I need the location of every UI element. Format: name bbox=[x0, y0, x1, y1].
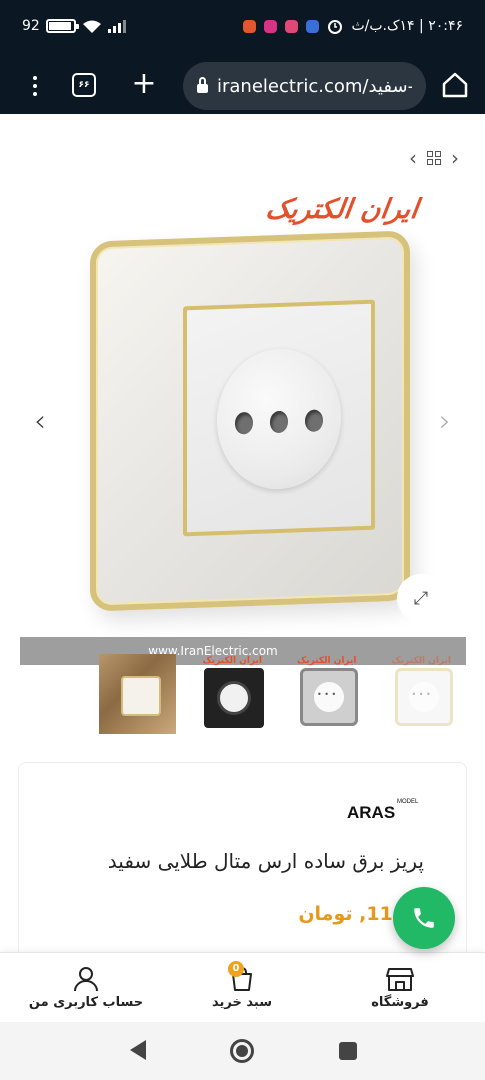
model-sup: MODEL bbox=[397, 799, 419, 805]
prev-product-icon[interactable]: ‹ bbox=[409, 146, 417, 170]
status-left: 92 bbox=[22, 18, 126, 34]
nav-shop[interactable]: فروشگاه bbox=[330, 965, 470, 1010]
nav-shop-label: فروشگاه bbox=[371, 995, 429, 1010]
model-name: ARAS bbox=[347, 803, 396, 822]
bottom-navigation: فروشگاه 0 سبد خرید حساب کاربری من bbox=[0, 952, 485, 1022]
app-notification-icon bbox=[306, 19, 320, 33]
recent-apps-icon[interactable] bbox=[339, 1042, 357, 1060]
clock-text: ۲۰:۴۶ | ۱۴ک.ب/ث bbox=[351, 18, 463, 34]
battery-fill bbox=[48, 22, 71, 30]
back-icon[interactable] bbox=[130, 1040, 146, 1060]
socket-hole bbox=[270, 410, 288, 434]
thumbnail-logo: ایران الکتریک bbox=[202, 656, 262, 666]
url-text: iranelectric.com/سفید- bbox=[217, 75, 412, 97]
gallery-next-icon[interactable]: › bbox=[439, 404, 451, 439]
socket-face bbox=[183, 299, 375, 537]
nav-account[interactable]: حساب کاربری من bbox=[16, 965, 156, 1010]
socket-outlet bbox=[217, 346, 341, 492]
next-product-icon[interactable]: › bbox=[451, 146, 459, 170]
home-icon[interactable] bbox=[440, 70, 470, 100]
product-title: پریز برق ساده ارس متال طلایی سفید bbox=[107, 849, 424, 873]
app-notification-icon bbox=[285, 19, 299, 33]
wifi-icon bbox=[82, 20, 101, 33]
battery-icon bbox=[45, 19, 79, 33]
cart-count-badge: 0 bbox=[228, 961, 244, 977]
address-bar[interactable]: iranelectric.com/سفید- bbox=[183, 62, 426, 110]
tabs-button[interactable]: ۶۶ bbox=[72, 73, 96, 97]
nav-account-label: حساب کاربری من bbox=[28, 995, 144, 1010]
thumbnail-item[interactable]: ایران الکتریک bbox=[288, 654, 365, 734]
call-button[interactable] bbox=[393, 887, 455, 949]
thumbnail-photo bbox=[121, 676, 161, 716]
model-badge: ARAS MODEL bbox=[347, 799, 418, 823]
phone-icon bbox=[414, 908, 434, 928]
socket-hole bbox=[235, 411, 253, 435]
product-page: ‹ › ایران الکتریک www.IranElectric.com ‹… bbox=[0, 114, 485, 952]
socket-hole bbox=[305, 409, 323, 433]
alarm-icon bbox=[328, 20, 343, 34]
instagram-notification-icon bbox=[243, 19, 257, 33]
brand-logo: ایران الکتریک bbox=[263, 194, 421, 225]
expand-icon[interactable]: ⤢ bbox=[397, 574, 445, 622]
nav-cart-label: سبد خرید bbox=[212, 995, 272, 1010]
system-navigation-bar bbox=[0, 1022, 485, 1080]
grid-icon[interactable] bbox=[427, 151, 441, 165]
thumbnail-socket bbox=[300, 668, 358, 726]
lock-icon bbox=[197, 77, 208, 93]
status-bar: 92 ۲۰:۴۶ | ۱۴ک.ب/ث bbox=[0, 0, 485, 58]
browser-toolbar: ۶۶ + iranelectric.com/سفید- bbox=[0, 58, 485, 114]
product-navigation: ‹ › bbox=[409, 146, 459, 170]
product-price: 111, تومان bbox=[298, 903, 406, 925]
gallery-prev-icon[interactable]: ‹ bbox=[34, 404, 46, 439]
user-icon bbox=[74, 967, 98, 992]
thumbnail-strip: ایران الکتریک ایران الکتریک ایران الکتری… bbox=[99, 654, 459, 738]
browser-menu-icon[interactable] bbox=[26, 68, 44, 104]
product-main-image[interactable]: ایران الکتریک www.IranElectric.com bbox=[20, 184, 466, 712]
thumbnail-item[interactable]: ایران الکتریک bbox=[383, 654, 460, 734]
signal-icon bbox=[107, 19, 126, 33]
thumbnail-item[interactable] bbox=[99, 654, 176, 734]
nav-cart[interactable]: 0 سبد خرید bbox=[172, 961, 312, 1010]
thumbnail-logo: ایران الکتریک bbox=[296, 656, 357, 666]
app-notification-icon bbox=[264, 19, 278, 33]
home-circle-icon[interactable] bbox=[230, 1039, 254, 1063]
thumbnail-socket bbox=[394, 668, 453, 726]
status-right: ۲۰:۴۶ | ۱۴ک.ب/ث bbox=[243, 18, 463, 34]
store-icon bbox=[386, 968, 414, 991]
thumbnail-mechanism bbox=[203, 668, 264, 728]
new-tab-icon[interactable]: + bbox=[130, 66, 158, 102]
socket-frame bbox=[90, 230, 410, 612]
thumbnail-logo: ایران الکتریک bbox=[391, 656, 451, 666]
battery-percent: 92 bbox=[22, 18, 40, 34]
thumbnail-item[interactable]: ایران الکتریک bbox=[194, 654, 271, 734]
